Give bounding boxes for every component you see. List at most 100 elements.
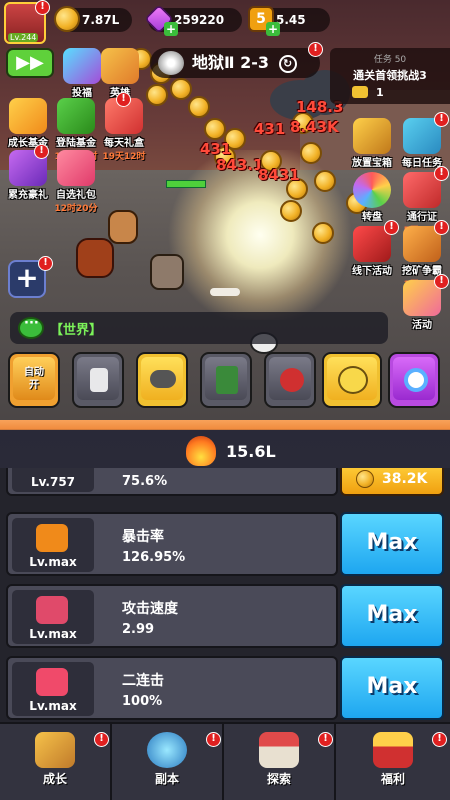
upgrade-cost-button[interactable]: 38.2K: [340, 468, 444, 496]
alert-dot: !: [38, 256, 53, 271]
house-icon: [259, 732, 299, 768]
skill-bottle[interactable]: [72, 352, 124, 408]
energy-counter[interactable]: 5 + 5.45: [248, 6, 330, 36]
skill-gear[interactable]: [388, 352, 440, 408]
bone-item: [210, 288, 240, 296]
upgrade-row-crit-rate: Lv.max 暴击率 126.95% Max: [6, 512, 444, 576]
skill-bomb[interactable]: [264, 352, 316, 408]
alert-dot: !: [318, 732, 333, 747]
coin-icon: [204, 118, 226, 140]
gear-icon: [404, 368, 428, 392]
quest-header: 任务 50: [373, 55, 407, 65]
stage-indicator[interactable]: 地狱Ⅱ 2-3 ↻: [150, 48, 320, 78]
alert-dot: !: [434, 220, 449, 235]
upgrade-row-attack-speed: Lv.max 攻击速度 2.99 Max: [6, 584, 444, 648]
coin-icon: [300, 142, 322, 164]
cycle-icon[interactable]: ↻: [278, 54, 297, 73]
nav-label: 成长: [42, 772, 67, 786]
double-bullet-icon: [36, 668, 68, 696]
menu-daily-gift[interactable]: 每天礼盒 19天12时: [98, 98, 150, 162]
upgrade-list[interactable]: Lv.757 75.6% 38.2K Lv.max 暴击率 126.95% Ma…: [0, 468, 450, 722]
menu-idle-chest[interactable]: 放置宝箱: [346, 118, 398, 169]
gold-coin-icon: [54, 6, 80, 32]
coin-icon: [280, 200, 302, 222]
upgrade-name: 攻击速度: [122, 601, 178, 617]
upgrade-icon-box: Lv.max: [12, 590, 94, 644]
skill-cloud[interactable]: [136, 352, 188, 408]
upgrade-card: Lv.max 攻击速度 2.99: [6, 584, 338, 648]
menu-label: 累充豪礼: [8, 190, 48, 201]
alert-dot: !: [34, 144, 49, 159]
menu-growth-fund[interactable]: 成长基金: [2, 98, 54, 149]
alert-dot: !: [432, 732, 447, 747]
menu-optional-pack[interactable]: 自选礼包 12时20分: [50, 150, 102, 214]
menu-label: 放置宝箱: [352, 158, 392, 169]
upgrade-value: 126.95%: [122, 550, 186, 565]
gold-counter[interactable]: 7.87L: [54, 6, 132, 32]
add-gem-icon[interactable]: +: [164, 22, 178, 36]
upgrade-icon-box: Lv.757: [12, 468, 94, 492]
upgrade-value: 75.6%: [122, 474, 168, 489]
key-icon: [352, 86, 368, 98]
chat-bar[interactable]: 【世界】: [10, 312, 388, 344]
treasure-chest-icon: [353, 118, 391, 154]
upgrade-icon-box: Lv.max: [12, 518, 94, 572]
menu-label: 活动: [412, 320, 432, 331]
gem-value: 259220: [174, 13, 225, 27]
quest-panel[interactable]: 任务 50 通关首领挑战3 1: [330, 48, 450, 104]
bullet-icon: [36, 596, 68, 624]
upgrade-icon-box: Lv.max: [12, 662, 94, 716]
upgrade-card: Lv.max 二连击 100%: [6, 656, 338, 720]
menu-wheel[interactable]: 转盘: [346, 172, 398, 223]
player-cat: [150, 254, 184, 290]
bottom-nav: 成长 副本 探索 福利 ! ! ! !: [0, 722, 450, 800]
player-level: Lv.244: [8, 33, 39, 42]
upgrade-name: 二连击: [122, 673, 164, 689]
alert-dot: !: [206, 732, 221, 747]
upgrade-value: 100%: [122, 694, 163, 709]
upgrade-level: Lv.max: [29, 627, 77, 641]
chat-channel: 【世界】: [50, 323, 103, 338]
auto-battle-toggle[interactable]: 自动 开: [8, 352, 60, 408]
menu-timer: 19天12时: [102, 152, 146, 162]
crit-percent-icon: [36, 524, 68, 552]
yellow-face-icon: [338, 366, 368, 394]
max-button[interactable]: Max: [340, 584, 444, 648]
fast-forward-button[interactable]: ▶▶: [6, 48, 54, 78]
menu-label: 自选礼包: [56, 190, 96, 201]
skill-yellow-face[interactable]: [322, 352, 382, 408]
menu-recharge-gift[interactable]: 累充豪礼: [2, 150, 54, 201]
spin-wheel-icon: [353, 172, 391, 208]
stage-title: 地狱Ⅱ 2-3: [192, 53, 270, 72]
upgrade-level: Lv.757: [30, 475, 76, 489]
shopping-cart-icon: [373, 732, 413, 768]
alert-dot: !: [308, 42, 323, 57]
hp-bar: [166, 180, 206, 188]
ally-creature: [76, 238, 114, 278]
gem-counter[interactable]: + 259220: [144, 4, 242, 36]
alert-dot: !: [94, 732, 109, 747]
alert-dot: !: [434, 274, 449, 289]
energy-value: 5.45: [276, 13, 306, 27]
menu-label: 登陆基金: [56, 138, 96, 149]
menu-label: 线下活动: [352, 266, 392, 277]
alert-dot: !: [434, 112, 449, 127]
alert-dot: !: [116, 92, 131, 107]
menu-label: 每天礼盒: [104, 138, 144, 149]
coin-icon: [312, 222, 334, 244]
upgrade-name: 暴击率: [122, 529, 164, 545]
max-button[interactable]: Max: [340, 656, 444, 720]
damage-number: 843.1: [216, 156, 264, 174]
upgrade-card: Lv.757 75.6%: [6, 468, 338, 496]
bottle-icon: [90, 368, 108, 392]
max-button[interactable]: Max: [340, 512, 444, 576]
nav-label: 福利: [380, 772, 405, 786]
add-energy-icon[interactable]: +: [266, 22, 280, 36]
quest-title: 通关首领挑战3: [353, 69, 427, 82]
menu-timer: 12时20分: [54, 204, 98, 214]
menu-hero[interactable]: 英雄: [94, 48, 146, 99]
hero-portrait-icon: [35, 732, 75, 768]
ally-bear: [108, 210, 138, 244]
damage-number: 431: [254, 120, 286, 138]
skill-fire-card[interactable]: [200, 352, 252, 408]
